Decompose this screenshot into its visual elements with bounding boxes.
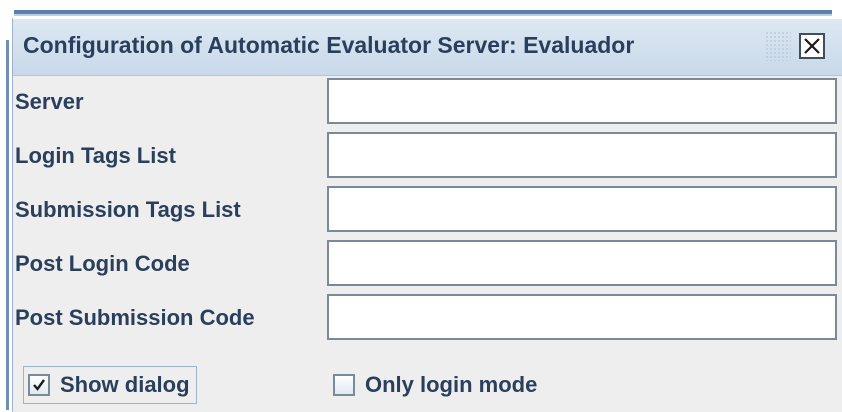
evaluator-config-dialog: Configuration of Automatic Evaluator Ser… [12, 18, 842, 412]
login-tags-input[interactable] [327, 132, 837, 178]
drag-grip-icon[interactable] [765, 31, 791, 61]
window-top-border-highlight [14, 14, 832, 16]
checkmark-icon [33, 379, 45, 391]
login-tags-label: Login Tags List [15, 143, 176, 168]
server-row: Server [13, 76, 842, 128]
submission-tags-label: Submission Tags List [15, 197, 241, 222]
dialog-title: Configuration of Automatic Evaluator Ser… [23, 32, 635, 58]
post-submission-code-row: Post Submission Code [13, 292, 842, 344]
window-left-border [6, 40, 9, 410]
close-x-icon [804, 38, 820, 54]
post-login-code-input[interactable] [327, 240, 837, 286]
only-login-mode-label[interactable]: Only login mode [365, 372, 537, 398]
post-submission-code-label: Post Submission Code [15, 305, 255, 330]
dialog-title-bar[interactable]: Configuration of Automatic Evaluator Ser… [13, 18, 842, 76]
server-input[interactable] [327, 78, 837, 124]
options-bar: Show dialog Only login mode [13, 362, 842, 412]
login-tags-row: Login Tags List [13, 130, 842, 182]
checkbox-unchecked-icon[interactable] [333, 374, 355, 396]
show-dialog-label[interactable]: Show dialog [60, 372, 190, 398]
post-login-code-label: Post Login Code [15, 251, 190, 276]
submission-tags-row: Submission Tags List [13, 184, 842, 236]
close-button[interactable] [799, 33, 825, 59]
post-submission-code-input[interactable] [327, 294, 837, 340]
server-label: Server [15, 89, 84, 114]
only-login-mode-checkbox[interactable]: Only login mode [329, 366, 543, 404]
checkbox-checked-icon[interactable] [28, 374, 50, 396]
screen: Configuration of Automatic Evaluator Ser… [0, 0, 842, 412]
show-dialog-checkbox[interactable]: Show dialog [23, 366, 197, 404]
post-login-code-row: Post Login Code [13, 238, 842, 290]
submission-tags-input[interactable] [327, 186, 837, 232]
